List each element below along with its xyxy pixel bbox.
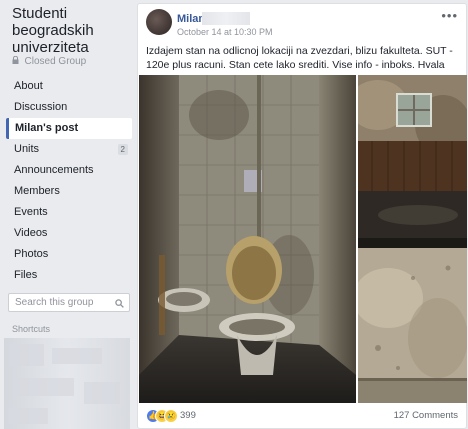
blurred-shortcuts [4, 338, 130, 429]
reaction-count[interactable]: 399 [180, 410, 196, 421]
post-photo-wall[interactable] [358, 238, 467, 403]
lock-icon [12, 55, 22, 66]
author-avatar[interactable] [146, 9, 172, 35]
nav-item-discussion[interactable]: Discussion [6, 97, 132, 118]
more-options-icon[interactable]: ••• [441, 8, 458, 23]
sad-reaction-icon: 😢 [164, 409, 178, 423]
post-card: Milan October 14 at 10:30 PM ••• Izdajem… [137, 3, 467, 429]
nav-item-milans-post[interactable]: Milan's post [6, 118, 132, 139]
nav-label: Photos [14, 248, 49, 260]
nav-item-events[interactable]: Events [6, 202, 132, 223]
post-photo-bathroom[interactable] [139, 75, 356, 403]
comments-count-link[interactable]: 127 Comments [394, 410, 458, 421]
post-author[interactable]: Milan [177, 13, 205, 25]
group-title[interactable]: Studenti beogradskih univerziteta [12, 5, 132, 56]
group-privacy-label: Closed Group [12, 55, 87, 67]
nav-label: Members [14, 185, 60, 197]
shortcuts-heading: Shortcuts [12, 324, 51, 334]
units-count-badge: 2 [117, 144, 128, 155]
search-placeholder: Search this group [15, 297, 94, 308]
group-nav: About Discussion Milan's post Units 2 Ann… [6, 76, 132, 286]
nav-label: Discussion [14, 101, 68, 113]
group-sidebar: Studenti beogradskih univerziteta Closed… [0, 0, 136, 429]
nav-item-files[interactable]: Files [6, 265, 132, 286]
post-photo-room-window[interactable] [358, 75, 467, 239]
nav-label: Units [14, 143, 40, 155]
nav-item-units[interactable]: Units 2 [6, 139, 132, 160]
nav-item-photos[interactable]: Photos [6, 244, 132, 265]
nav-item-announcements[interactable]: Announcements [6, 160, 132, 181]
nav-item-members[interactable]: Members [6, 181, 132, 202]
group-search-input[interactable]: Search this group [8, 293, 130, 312]
post-timestamp[interactable]: October 14 at 10:30 PM [177, 27, 273, 37]
nav-label: Files [14, 269, 38, 281]
redacted-surname [202, 12, 250, 25]
nav-label: Videos [14, 227, 48, 239]
nav-item-about[interactable]: About [6, 76, 132, 97]
search-icon[interactable] [115, 297, 124, 308]
nav-item-videos[interactable]: Videos [6, 223, 132, 244]
nav-label: About [14, 80, 43, 92]
nav-label: Milan's post [15, 122, 79, 134]
nav-label: Events [14, 206, 48, 218]
post-footer: 👍 😆 😢 399 127 Comments [138, 404, 466, 428]
privacy-text: Closed Group [24, 56, 87, 67]
nav-label: Announcements [14, 164, 94, 176]
post-text: Izdajem stan na odlicnoj lokaciji na zve… [146, 45, 453, 71]
